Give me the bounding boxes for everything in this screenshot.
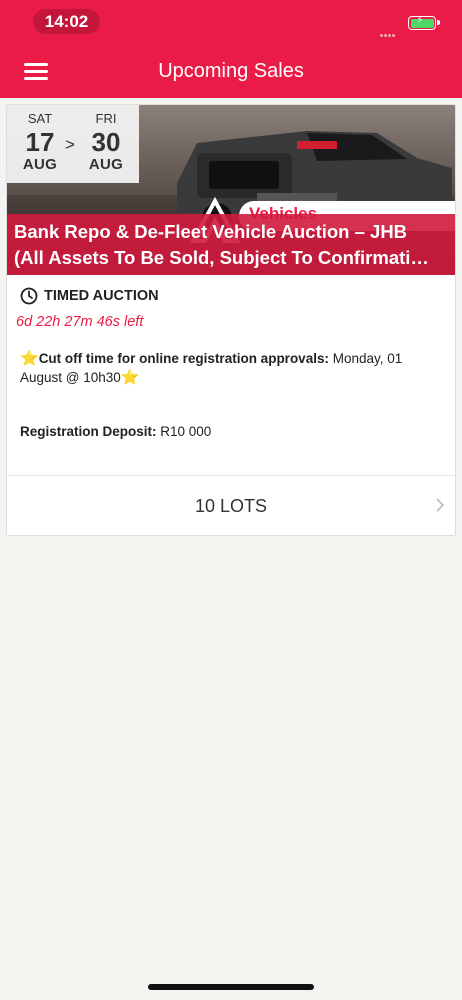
notice-bold: Cut off time for online registration app… <box>38 351 329 366</box>
start-day: 17 <box>25 127 55 157</box>
lots-button[interactable]: 10 LOTS <box>7 476 455 535</box>
sale-banner-image: Vehicles SAT 17 AUG > FRI 30 AUG Bank Re… <box>7 105 455 275</box>
star-icon: ⭐ <box>120 369 140 386</box>
start-month: AUG <box>22 156 58 173</box>
sale-title-line2: (All Assets To Be Sold, Subject To Confi… <box>14 247 429 268</box>
registration-notice: ⭐Cut off time for online registration ap… <box>20 349 430 387</box>
auction-type: TIMED AUCTION <box>20 286 159 306</box>
star-icon: ⭐ <box>20 350 39 367</box>
deposit-value: R10 000 <box>156 424 212 439</box>
signal-icon <box>380 24 398 37</box>
end-day-of-week: FRI <box>95 111 117 126</box>
end-day: 30 <box>91 127 121 157</box>
sale-title[interactable]: Bank Repo & De-Fleet Vehicle Auction – J… <box>7 214 455 275</box>
start-day-of-week: SAT <box>27 111 53 126</box>
sale-date-range: SAT 17 AUG > FRI 30 AUG <box>7 105 139 183</box>
sale-title-line1: Bank Repo & De-Fleet Vehicle Auction – J… <box>14 221 408 242</box>
chevron-right-icon <box>436 498 445 512</box>
end-month: AUG <box>88 156 124 173</box>
battery-charging-icon <box>408 15 440 30</box>
auction-type-label: TIMED AUCTION <box>44 288 159 304</box>
date-separator: > <box>65 135 75 154</box>
home-indicator[interactable] <box>148 984 314 990</box>
lots-label: 10 LOTS <box>194 496 268 516</box>
registration-deposit: Registration Deposit: R10 000 <box>20 424 211 439</box>
app-header: 14:02 Upcoming Sales <box>0 0 462 98</box>
clock-icon <box>20 287 38 305</box>
page-title: Upcoming Sales <box>158 60 304 82</box>
deposit-label: Registration Deposit: <box>20 424 157 439</box>
status-time: 14:02 <box>33 9 100 34</box>
sale-card[interactable]: Vehicles SAT 17 AUG > FRI 30 AUG Bank Re… <box>6 104 456 536</box>
countdown-timer: 6d 22h 27m 46s left <box>16 314 144 330</box>
